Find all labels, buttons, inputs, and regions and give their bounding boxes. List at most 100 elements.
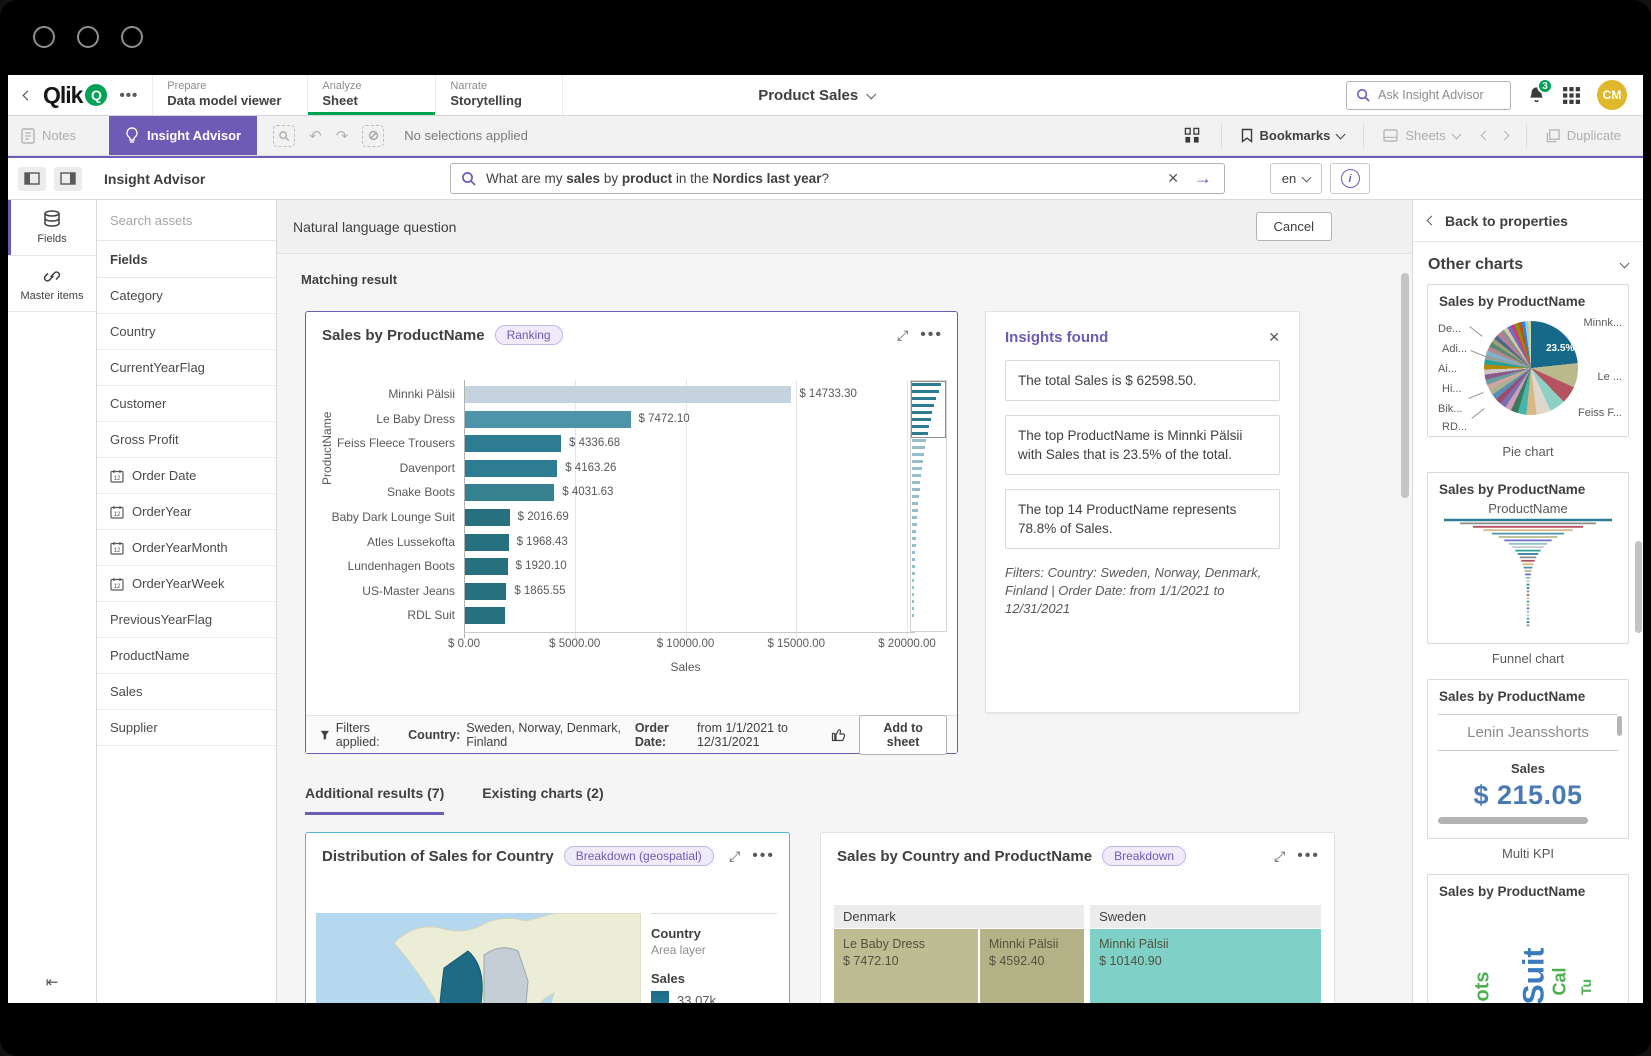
asset-item[interactable]: ProductName (97, 638, 276, 674)
main-scrollbar[interactable] (1401, 273, 1409, 498)
submit-question-icon[interactable]: → (1192, 168, 1214, 189)
expand-icon[interactable]: ⤢ (897, 327, 908, 344)
pie-chart-card[interactable]: Sales by ProductName 23.5% De...Adi...Ai… (1427, 284, 1629, 437)
rail-item-master-items[interactable]: Master items (8, 256, 96, 312)
window-controls[interactable] (33, 26, 143, 48)
previous-sheet-icon[interactable] (1480, 131, 1490, 141)
qlik-logo[interactable]: Qlik Q (43, 82, 107, 109)
back-icon[interactable] (23, 90, 33, 100)
wordcloud-word[interactable]: Tu (1578, 979, 1594, 995)
bar[interactable] (465, 484, 554, 501)
bar-chart-card[interactable]: Sales by ProductName Ranking ⤢ ••• Produ… (305, 311, 958, 754)
properties-scrollbar[interactable] (1635, 541, 1642, 633)
bookmarks-button[interactable]: Bookmarks (1228, 128, 1358, 143)
map-chart-card[interactable]: Distribution of Sales for Country Breakd… (305, 832, 790, 1003)
window-control-icon[interactable] (77, 26, 99, 48)
wordcloud-word[interactable]: ots (1472, 972, 1495, 1002)
overflow-menu-icon[interactable]: ••• (119, 87, 138, 104)
clear-selections-icon[interactable] (362, 125, 384, 147)
bar[interactable] (465, 386, 791, 403)
bar[interactable] (465, 607, 505, 624)
toggle-left-panel-icon[interactable] (18, 167, 46, 191)
app-grid-icon[interactable] (1562, 86, 1581, 105)
duplicate-button[interactable]: Duplicate (1533, 128, 1643, 143)
bar-category-label: Minnki Pälsii (323, 387, 455, 401)
asset-item[interactable]: CurrentYearFlag (97, 350, 276, 386)
kpi-horizontal-scrollbar[interactable] (1438, 817, 1588, 824)
bar[interactable] (465, 509, 510, 526)
asset-item[interactable]: 12OrderYearMonth (97, 530, 276, 566)
kebab-menu-icon[interactable]: ••• (1297, 847, 1320, 865)
asset-item[interactable]: PreviousYearFlag (97, 602, 276, 638)
other-charts-section[interactable]: Other charts (1413, 242, 1643, 284)
asset-item[interactable]: Customer (97, 386, 276, 422)
treemap-chart-card[interactable]: Sales by Country and ProductName Breakdo… (820, 832, 1335, 1003)
bar[interactable] (465, 435, 561, 452)
map-visual[interactable] (316, 913, 641, 1003)
multi-kpi-card[interactable]: Sales by ProductName Lenin Jeansshorts S… (1427, 679, 1629, 839)
bar[interactable] (465, 460, 557, 477)
expand-icon[interactable]: ⤢ (1274, 848, 1285, 865)
wordcloud-word[interactable]: Cal (1550, 967, 1571, 995)
next-sheet-icon[interactable] (1499, 131, 1509, 141)
avatar[interactable]: CM (1597, 80, 1627, 110)
nav-tab-analyze[interactable]: Analyze Sheet (307, 75, 435, 115)
treemap-cell[interactable]: Le Baby Dress$ 7472.10 (834, 929, 978, 1003)
thumbs-up-icon[interactable] (831, 727, 847, 743)
kebab-menu-icon[interactable]: ••• (752, 847, 775, 865)
cancel-button[interactable]: Cancel (1256, 212, 1332, 241)
notifications-button[interactable]: 3 (1527, 85, 1546, 105)
asset-search[interactable] (97, 200, 276, 241)
smart-search-icon[interactable] (273, 125, 295, 147)
clear-question-icon[interactable]: ✕ (1163, 170, 1183, 187)
close-icon[interactable]: ✕ (1268, 329, 1280, 346)
nl-question-input[interactable]: What are my sales by product in the Nord… (450, 163, 1225, 194)
app-title-menu[interactable]: Product Sales (758, 75, 874, 116)
asset-search-input[interactable] (110, 213, 263, 228)
step-forward-icon[interactable]: ↷ (336, 127, 349, 145)
ask-insight-advisor-box[interactable] (1346, 81, 1511, 110)
collapse-panel-icon[interactable]: ⇤ (46, 973, 59, 991)
kebab-menu-icon[interactable]: ••• (920, 326, 943, 344)
asset-item[interactable]: 12OrderYear (97, 494, 276, 530)
asset-item[interactable]: 12OrderYearWeek (97, 566, 276, 602)
asset-item[interactable]: Gross Profit (97, 422, 276, 458)
sheets-button[interactable]: Sheets (1370, 128, 1472, 143)
notes-button[interactable]: Notes (8, 116, 89, 155)
toggle-right-panel-icon[interactable] (54, 167, 82, 191)
asset-item[interactable]: Sales (97, 674, 276, 710)
chart-minimap-scrollbar[interactable] (910, 380, 947, 632)
asset-item[interactable]: Country (97, 314, 276, 350)
language-selector[interactable]: en (1270, 163, 1322, 194)
info-button[interactable]: i (1330, 163, 1370, 194)
step-back-icon[interactable]: ↶ (309, 127, 322, 145)
bar[interactable] (465, 558, 508, 575)
asset-item[interactable]: Supplier (97, 710, 276, 746)
bar[interactable] (465, 583, 506, 600)
nav-tab-prepare[interactable]: Prepare Data model viewer (152, 75, 307, 115)
add-to-sheet-button[interactable]: Add to sheet (859, 715, 947, 755)
nav-tab-narrate[interactable]: Narrate Storytelling (435, 75, 563, 115)
insight-advisor-button[interactable]: Insight Advisor (109, 116, 257, 155)
treemap-cell[interactable]: Minnki Pälsii$ 10140.90 (1090, 929, 1321, 1003)
filter-country-name: Country: (408, 728, 460, 742)
wordcloud-word[interactable]: Suit (1517, 948, 1551, 1003)
result-tab[interactable]: Additional results (7) (305, 785, 444, 815)
wordcloud-chart-card[interactable]: Sales by ProductName SuitotsCalTu (1427, 874, 1629, 1003)
asset-item[interactable]: Category (97, 278, 276, 314)
result-tab[interactable]: Existing charts (2) (482, 785, 603, 815)
back-to-properties-button[interactable]: Back to properties (1413, 200, 1643, 242)
asset-item[interactable]: 12Order Date (97, 458, 276, 494)
window-control-icon[interactable] (33, 26, 55, 48)
bar[interactable] (465, 411, 631, 428)
window-control-icon[interactable] (121, 26, 143, 48)
rail-item-fields[interactable]: Fields (8, 200, 96, 256)
ask-insight-advisor-input[interactable] (1378, 88, 1496, 102)
expand-icon[interactable]: ⤢ (729, 848, 740, 865)
treemap-cell[interactable]: Minnki Pälsii$ 4592.40 (980, 929, 1084, 1003)
bar[interactable] (465, 534, 509, 551)
minimap-viewport[interactable] (911, 381, 946, 438)
funnel-chart-card[interactable]: Sales by ProductName ProductName (1427, 472, 1629, 644)
kpi-vertical-scrollbar[interactable] (1617, 716, 1622, 736)
sheet-layout-icon[interactable] (1184, 127, 1201, 144)
